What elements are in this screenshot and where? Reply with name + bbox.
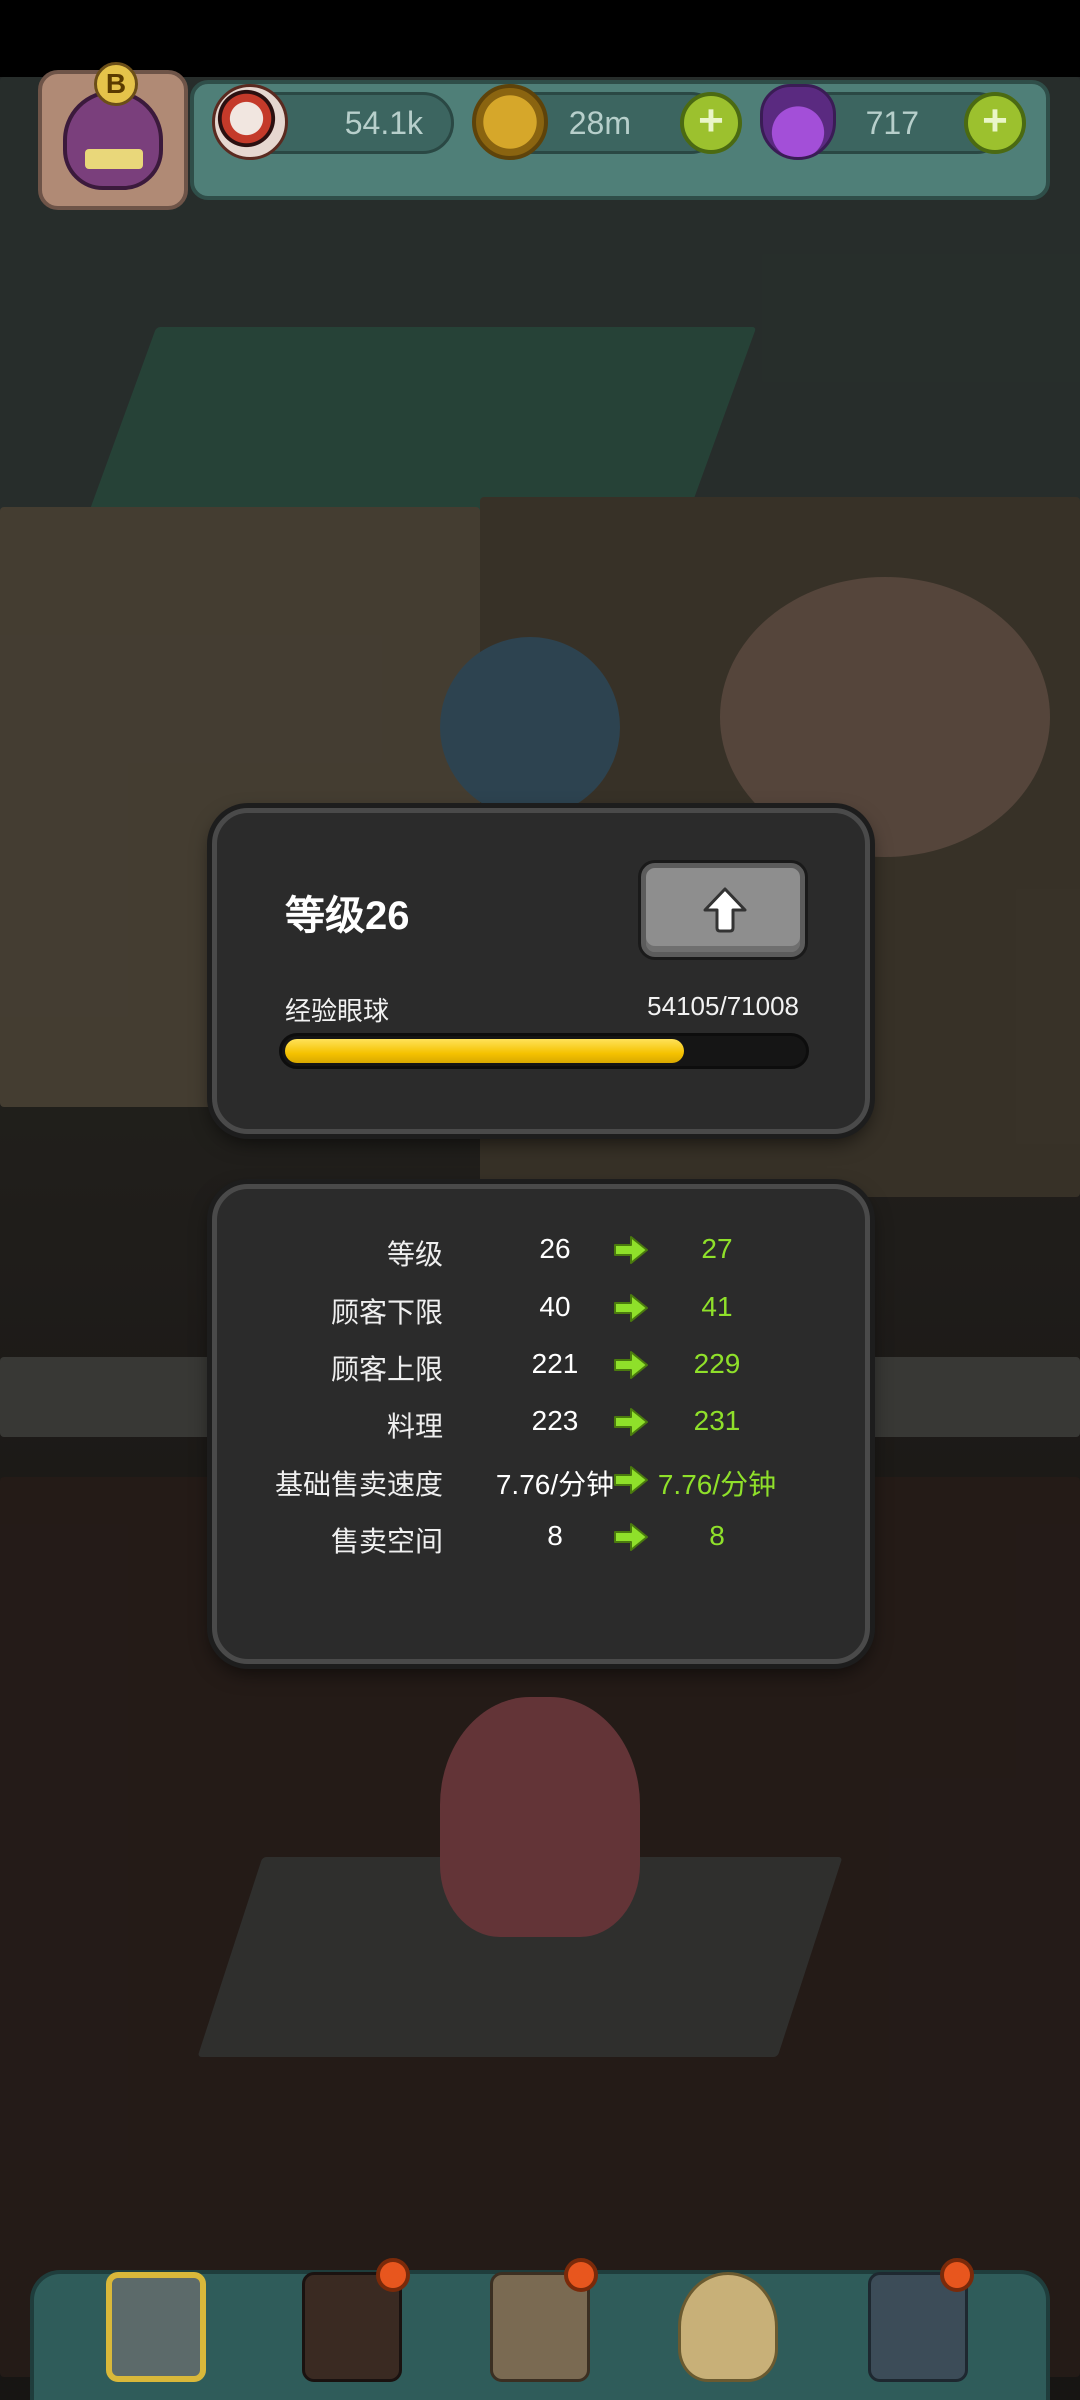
stat-row: 等级 26 27	[217, 1225, 865, 1275]
potion-icon	[760, 84, 836, 160]
stat-current-value: 223	[531, 1405, 579, 1436]
building-icon	[106, 2272, 206, 2382]
stat-name: 等级	[386, 1239, 443, 1270]
eyeball-icon	[212, 84, 288, 160]
stat-current-value: 26	[539, 1233, 571, 1264]
stat-current-value: 221	[531, 1348, 579, 1379]
notification-dot	[564, 2258, 598, 2292]
add-coins-button[interactable]: +	[680, 92, 742, 154]
stat-next-value: 8	[709, 1520, 725, 1551]
nav-bag-button[interactable]	[668, 2262, 788, 2392]
stat-next-value: 27	[701, 1233, 733, 1264]
upgrade-button[interactable]	[641, 863, 805, 957]
stat-name: 顾客上限	[330, 1354, 443, 1385]
arrow-up-icon	[703, 887, 747, 933]
stat-row: 顾客下限 40 41	[217, 1283, 865, 1333]
potion-count: 717	[865, 105, 919, 141]
stat-next-value: 41	[701, 1291, 733, 1322]
coin-icon	[472, 84, 548, 160]
stat-next-value: 231	[693, 1405, 741, 1436]
stat-current-value: 8	[547, 1520, 563, 1551]
exp-progress-fill	[285, 1039, 684, 1063]
coin-count: 28m	[568, 105, 631, 141]
add-potions-button[interactable]: +	[964, 92, 1026, 154]
stat-row: 基础售卖速度 7.76/分钟 7.76/分钟	[217, 1455, 865, 1505]
stat-row: 料理 223 231	[217, 1397, 865, 1447]
eyeball-count: 54.1k	[344, 105, 423, 141]
notification-dot	[940, 2258, 974, 2292]
money-bag-icon	[678, 2272, 778, 2382]
stat-row: 售卖空间 8 8	[217, 1512, 865, 1562]
level-panel: 等级26 经验眼球 54105/71008	[212, 808, 870, 1134]
stat-name: 基础售卖速度	[274, 1469, 443, 1500]
stat-row: 顾客上限 221 229	[217, 1340, 865, 1390]
exp-progress-bar	[279, 1033, 809, 1069]
stat-next-value: 7.76/分钟	[657, 1469, 777, 1500]
stat-current-value: 40	[539, 1291, 571, 1322]
stat-next-value: 229	[693, 1348, 741, 1379]
player-avatar[interactable]: B	[38, 62, 188, 210]
avatar-badge: B	[94, 62, 138, 106]
exp-label: 经验眼球	[285, 996, 390, 1026]
stat-current-value: 7.76/分钟	[495, 1469, 615, 1500]
exp-value: 54105/71008	[647, 991, 799, 1021]
stat-name: 顾客下限	[330, 1297, 443, 1328]
stats-panel: 等级 26 27 顾客下限 40 41 顾客上限 221 229 料理 223 231 基础售卖速度 7.…	[212, 1184, 870, 1664]
stat-name: 料理	[386, 1411, 443, 1442]
status-bar-area	[0, 0, 1080, 77]
notification-dot	[376, 2258, 410, 2292]
stat-name: 售卖空间	[330, 1526, 443, 1557]
level-title: 等级26	[285, 894, 410, 938]
nav-building-button[interactable]	[96, 2262, 216, 2392]
